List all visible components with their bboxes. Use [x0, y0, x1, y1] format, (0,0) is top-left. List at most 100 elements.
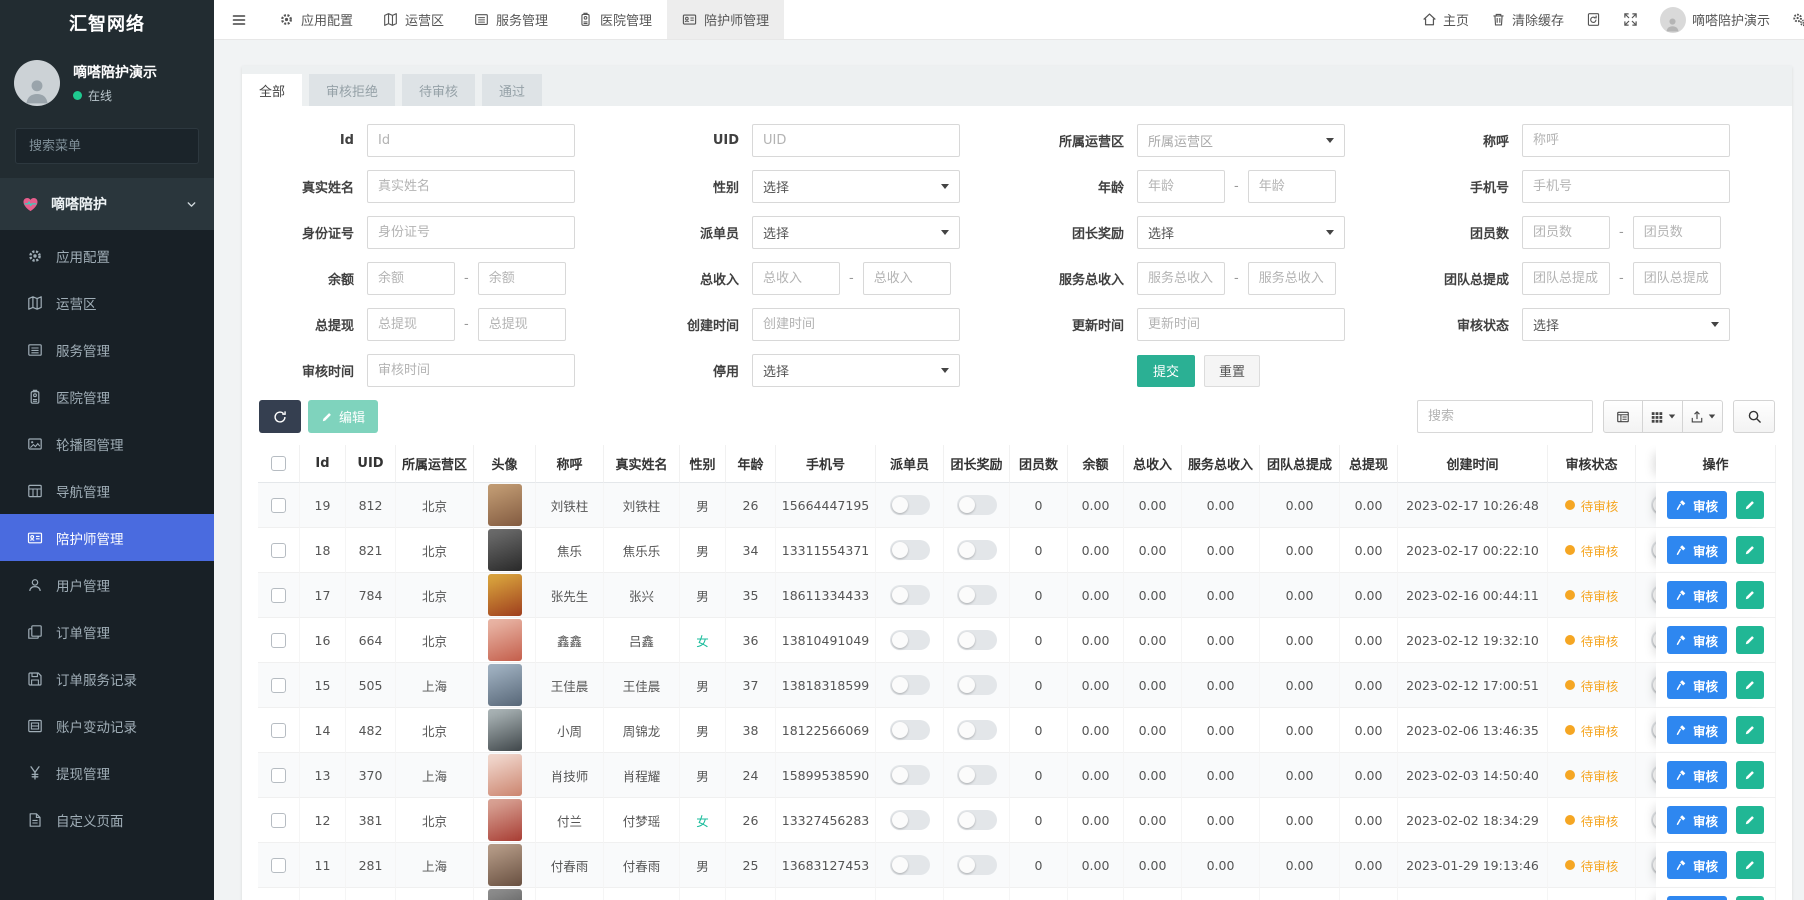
- age-max-input[interactable]: [1248, 170, 1336, 203]
- leader-reward-toggle[interactable]: [957, 495, 997, 515]
- service-income-max-input[interactable]: [1248, 262, 1336, 295]
- home-button[interactable]: 主页: [1422, 10, 1469, 29]
- sidebar-item[interactable]: 订单服务记录: [0, 655, 214, 702]
- refresh-button[interactable]: [259, 400, 301, 433]
- id-card-filter-input[interactable]: [367, 216, 575, 249]
- select-all-checkbox[interactable]: [271, 456, 286, 471]
- edit-button[interactable]: 编辑: [308, 400, 378, 433]
- refresh-page-button[interactable]: [1586, 12, 1601, 27]
- row-checkbox[interactable]: [271, 543, 286, 558]
- sidebar-item[interactable]: 陪护师管理: [0, 514, 214, 561]
- updated-time-input[interactable]: [1137, 308, 1345, 341]
- dispatcher-toggle[interactable]: [890, 495, 930, 515]
- avatar[interactable]: [488, 484, 522, 526]
- topbar-tab[interactable]: 运营区: [368, 0, 459, 39]
- row-edit-button[interactable]: [1736, 806, 1764, 834]
- age-min-input[interactable]: [1137, 170, 1225, 203]
- audit-button[interactable]: 审核: [1667, 716, 1727, 744]
- topbar-tab[interactable]: 服务管理: [459, 0, 563, 39]
- status-tab[interactable]: 通过: [482, 74, 542, 106]
- row-edit-button[interactable]: [1736, 716, 1764, 744]
- row-checkbox[interactable]: [271, 678, 286, 693]
- dispatcher-toggle[interactable]: [890, 630, 930, 650]
- row-edit-button[interactable]: [1736, 581, 1764, 609]
- row-checkbox[interactable]: [271, 723, 286, 738]
- sidebar-item[interactable]: 提现管理: [0, 749, 214, 796]
- sidebar-item[interactable]: 运营区: [0, 279, 214, 326]
- topbar-tab[interactable]: 应用配置: [264, 0, 368, 39]
- reset-button[interactable]: 重置: [1204, 355, 1260, 387]
- audit-button[interactable]: 审核: [1667, 896, 1727, 900]
- withdraw-min-input[interactable]: [367, 308, 455, 341]
- nickname-filter-input[interactable]: [1522, 124, 1730, 157]
- avatar[interactable]: [488, 799, 522, 841]
- balance-max-input[interactable]: [478, 262, 566, 295]
- avatar[interactable]: [488, 529, 522, 571]
- row-edit-button[interactable]: [1736, 536, 1764, 564]
- status-tab[interactable]: 待审核: [402, 74, 475, 106]
- audit-button[interactable]: 审核: [1667, 671, 1727, 699]
- columns-button[interactable]: [1643, 400, 1683, 433]
- row-checkbox[interactable]: [271, 858, 286, 873]
- leader-reward-toggle[interactable]: [957, 630, 997, 650]
- sidebar-item[interactable]: 应用配置: [0, 232, 214, 279]
- row-checkbox[interactable]: [271, 768, 286, 783]
- avatar[interactable]: [488, 709, 522, 751]
- region-filter-select[interactable]: 所属运营区: [1137, 124, 1345, 157]
- service-income-min-input[interactable]: [1137, 262, 1225, 295]
- members-max-input[interactable]: [1633, 216, 1721, 249]
- avatar[interactable]: [488, 619, 522, 661]
- row-checkbox[interactable]: [271, 813, 286, 828]
- sidebar-item[interactable]: 用户管理: [0, 561, 214, 608]
- clear-cache-button[interactable]: 清除缓存: [1491, 10, 1564, 29]
- search-button[interactable]: [1733, 400, 1775, 433]
- row-edit-button[interactable]: [1736, 761, 1764, 789]
- sidebar-item[interactable]: 医院管理: [0, 373, 214, 420]
- leader-reward-toggle[interactable]: [957, 765, 997, 785]
- audit-button[interactable]: 审核: [1667, 581, 1727, 609]
- row-edit-button[interactable]: [1736, 671, 1764, 699]
- fullscreen-button[interactable]: [1623, 12, 1638, 27]
- phone-filter-input[interactable]: [1522, 170, 1730, 203]
- avatar[interactable]: [488, 664, 522, 706]
- row-checkbox[interactable]: [271, 498, 286, 513]
- id-filter-input[interactable]: [367, 124, 575, 157]
- uid-filter-input[interactable]: [752, 124, 960, 157]
- income-min-input[interactable]: [752, 262, 840, 295]
- export-button[interactable]: [1683, 400, 1723, 433]
- status-tab[interactable]: 审核拒绝: [309, 74, 395, 106]
- sidebar-item[interactable]: 账户变动记录: [0, 702, 214, 749]
- dispatcher-toggle[interactable]: [890, 765, 930, 785]
- audit-button[interactable]: 审核: [1667, 806, 1727, 834]
- row-edit-button[interactable]: [1736, 491, 1764, 519]
- audit-button[interactable]: 审核: [1667, 761, 1727, 789]
- leader-reward-toggle[interactable]: [957, 855, 997, 875]
- dispatcher-toggle[interactable]: [890, 855, 930, 875]
- disabled-filter-select[interactable]: 选择: [752, 354, 960, 387]
- leader-reward-toggle[interactable]: [957, 810, 997, 830]
- audit-button[interactable]: 审核: [1667, 491, 1727, 519]
- status-tab[interactable]: 全部: [242, 74, 302, 106]
- sidebar-item[interactable]: 导航管理: [0, 467, 214, 514]
- row-checkbox[interactable]: [271, 633, 286, 648]
- audit-button[interactable]: 审核: [1667, 851, 1727, 879]
- dispatcher-toggle[interactable]: [890, 675, 930, 695]
- dispatcher-toggle[interactable]: [890, 810, 930, 830]
- audit-button[interactable]: 审核: [1667, 536, 1727, 564]
- user-avatar[interactable]: [14, 60, 60, 106]
- income-max-input[interactable]: [863, 262, 951, 295]
- detail-view-button[interactable]: [1603, 400, 1643, 433]
- dispatcher-toggle[interactable]: [890, 585, 930, 605]
- row-checkbox[interactable]: [271, 588, 286, 603]
- topbar-tab[interactable]: 医院管理: [563, 0, 667, 39]
- row-edit-button[interactable]: [1736, 851, 1764, 879]
- audit-button[interactable]: 审核: [1667, 626, 1727, 654]
- sidebar-item[interactable]: 服务管理: [0, 326, 214, 373]
- table-search-input[interactable]: [1417, 400, 1593, 433]
- topbar-tab[interactable]: 陪护师管理: [667, 0, 784, 39]
- account-menu[interactable]: 嘀嗒陪护演示: [1660, 7, 1770, 33]
- sidebar-item[interactable]: 订单管理: [0, 608, 214, 655]
- team-commission-min-input[interactable]: [1522, 262, 1610, 295]
- audit-time-input[interactable]: [367, 354, 575, 387]
- row-edit-button[interactable]: [1736, 626, 1764, 654]
